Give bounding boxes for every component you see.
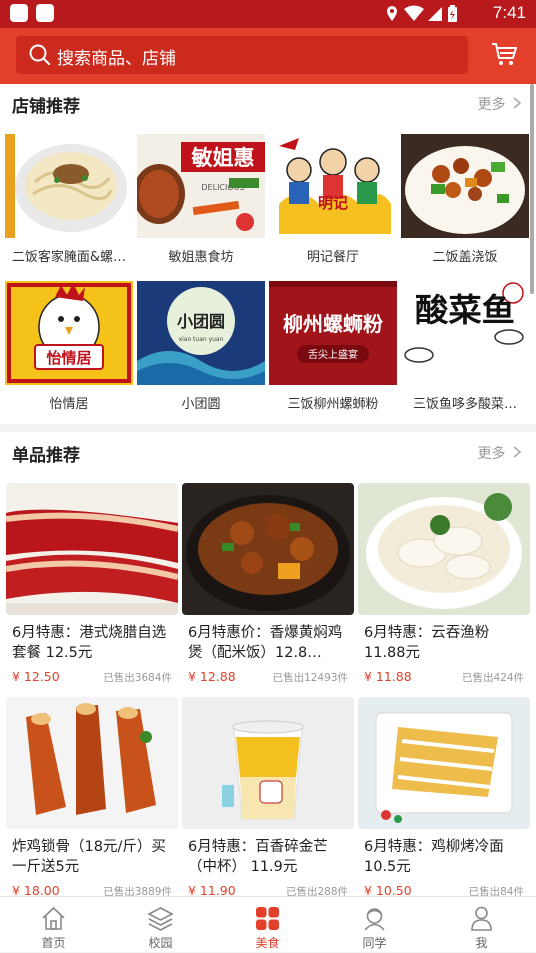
- search-icon: [29, 44, 51, 66]
- shop-card[interactable]: 二饭盖浇饭: [401, 134, 529, 265]
- shop-sign: 怡情居: [46, 349, 91, 367]
- tab-label: 校园: [148, 936, 173, 950]
- shop-name: 三饭柳州螺蛳粉: [287, 397, 379, 412]
- shop-image: 怡情居: [5, 281, 133, 385]
- shop-name: 二饭客家腌面&螺…: [11, 250, 127, 265]
- product-image: [182, 483, 354, 615]
- product-image: [6, 697, 178, 829]
- shop-card[interactable]: 酸菜鱼 三饭鱼哆多酸菜…: [401, 281, 529, 412]
- product-image: [358, 483, 530, 615]
- sold-count: 已售出12493件: [272, 672, 348, 684]
- tab-campus[interactable]: 校园: [107, 897, 214, 953]
- product-title: 6月特惠：百香碎金芒（中杯） 11.9元: [188, 839, 328, 875]
- product-title: 6月特惠：云吞渔粉 11.88元: [364, 625, 490, 661]
- section-title: 单品推荐: [12, 446, 80, 466]
- product-card[interactable]: 炸鸡锁骨（18元/斤）买一斤送5元 ¥ 18.00 已售出3889件: [6, 697, 178, 901]
- tab-label: 美食: [255, 936, 280, 950]
- shop-name: 怡情居: [49, 397, 89, 412]
- product-image: [182, 697, 354, 829]
- product-recommendations: 单品推荐 更多 6月特惠：港式烧腊自选套餐 12.5元 ¥ 12.50 已售出3…: [0, 432, 536, 898]
- tab-label: 同学: [362, 936, 387, 950]
- status-bar: 7:41: [0, 0, 536, 28]
- scrollbar[interactable]: [530, 84, 534, 294]
- status-icons: [387, 5, 457, 22]
- shop-sign: 柳州螺蛳粉: [283, 312, 383, 336]
- classmates-icon: [364, 908, 385, 931]
- shop-name: 三饭鱼哆多酸菜…: [412, 397, 517, 412]
- shop-image: 敏姐惠 DELICIOUS: [137, 134, 265, 238]
- shop-name: 小团圆: [181, 397, 221, 412]
- shop-image: 酸菜鱼: [401, 281, 529, 385]
- tab-home[interactable]: 首页: [0, 897, 107, 953]
- product-title: 6月特惠：港式烧腊自选套餐 12.5元: [12, 625, 167, 661]
- chevron-right-icon: [513, 97, 522, 109]
- more-products-link[interactable]: 更多: [478, 443, 522, 463]
- shop-card[interactable]: 柳州螺蛳粉 舌尖上盛宴 三饭柳州螺蛳粉: [269, 281, 397, 412]
- search-placeholder: 搜索商品、店铺: [57, 49, 176, 69]
- product-price: ¥ 12.88: [188, 669, 236, 684]
- more-shops-link[interactable]: 更多: [478, 94, 522, 114]
- product-image: [358, 697, 530, 829]
- shop-image: [5, 134, 133, 238]
- product-card[interactable]: 6月特惠：云吞渔粉 11.88元 ¥ 11.88 已售出424件: [358, 483, 530, 687]
- search-input[interactable]: 搜索商品、店铺: [16, 36, 468, 74]
- product-card[interactable]: 6月特惠价：香爆黄焖鸡煲（配米饭）12.8… ¥ 12.88 已售出12493件: [182, 483, 354, 687]
- layers-icon: [147, 907, 174, 931]
- sold-count: 已售出424件: [461, 672, 524, 684]
- product-card[interactable]: 6月特惠：百香碎金芒（中杯） 11.9元 ¥ 11.90 已售出288件: [182, 697, 354, 901]
- shop-sign: 明记: [318, 194, 348, 212]
- bottom-tab-bar: 首页 校园 美食 同学 我: [0, 896, 536, 952]
- section-title: 店铺推荐: [12, 97, 80, 117]
- notification-icon: [36, 4, 54, 22]
- shop-sign: 敏姐惠: [191, 146, 255, 170]
- product-title: 6月特惠：鸡柳烤冷面 10.5元: [364, 839, 504, 875]
- shop-sign: 舌尖上盛宴: [308, 348, 358, 361]
- shop-card[interactable]: 二饭客家腌面&螺…: [5, 134, 133, 265]
- shop-card[interactable]: 小团圆 xiao tuan yuan 小团圆: [137, 281, 265, 412]
- shop-card[interactable]: 怡情居 怡情居: [5, 281, 133, 412]
- product-card[interactable]: 6月特惠：港式烧腊自选套餐 12.5元 ¥ 12.50 已售出3684件: [6, 483, 178, 687]
- food-grid-icon: [256, 907, 279, 930]
- shop-name: 二饭盖浇饭: [432, 250, 498, 265]
- shop-card[interactable]: 敏姐惠 DELICIOUS 敏姐惠食坊: [137, 134, 265, 265]
- person-icon: [471, 906, 492, 931]
- shop-image: 小团圆 xiao tuan yuan: [137, 281, 265, 385]
- shop-card[interactable]: 明记 明记餐厅: [269, 134, 397, 265]
- tab-label: 我: [475, 936, 488, 950]
- tab-label: 首页: [41, 936, 66, 950]
- shop-image: 柳州螺蛳粉 舌尖上盛宴: [269, 281, 397, 385]
- top-bar: 搜索商品、店铺: [0, 28, 536, 84]
- cart-icon[interactable]: [490, 40, 518, 68]
- shop-sign: xiao tuan yuan: [179, 336, 224, 343]
- sold-count: 已售出3684件: [103, 672, 172, 684]
- notification-icon: [10, 4, 28, 22]
- product-image: [6, 483, 178, 615]
- home-icon: [42, 906, 65, 930]
- shop-image: 明记: [269, 134, 397, 238]
- tab-classmates[interactable]: 同学: [321, 897, 428, 953]
- product-title: 6月特惠价：香爆黄焖鸡煲（配米饭）12.8…: [188, 625, 343, 661]
- shop-sign: 酸菜鱼: [415, 291, 515, 329]
- product-card[interactable]: 6月特惠：鸡柳烤冷面 10.5元 ¥ 10.50 已售出84件: [358, 697, 530, 901]
- clock: 7:41: [492, 3, 526, 22]
- shop-image: [401, 134, 529, 238]
- tab-food[interactable]: 美食: [214, 897, 321, 953]
- shop-sign: 小团圆: [177, 312, 225, 331]
- product-price: ¥ 11.88: [364, 669, 412, 684]
- chevron-right-icon: [513, 446, 522, 458]
- product-price: ¥ 12.50: [12, 669, 60, 684]
- product-title: 炸鸡锁骨（18元/斤）买一斤送5元: [12, 839, 166, 875]
- shop-name: 敏姐惠食坊: [168, 250, 234, 265]
- shop-recommendations: 店铺推荐 更多 二饭客家腌面&螺… 敏姐惠 DELICIOUS 敏姐惠食坊 明记…: [0, 84, 536, 424]
- shop-name: 明记餐厅: [306, 250, 359, 265]
- tab-me[interactable]: 我: [428, 897, 535, 953]
